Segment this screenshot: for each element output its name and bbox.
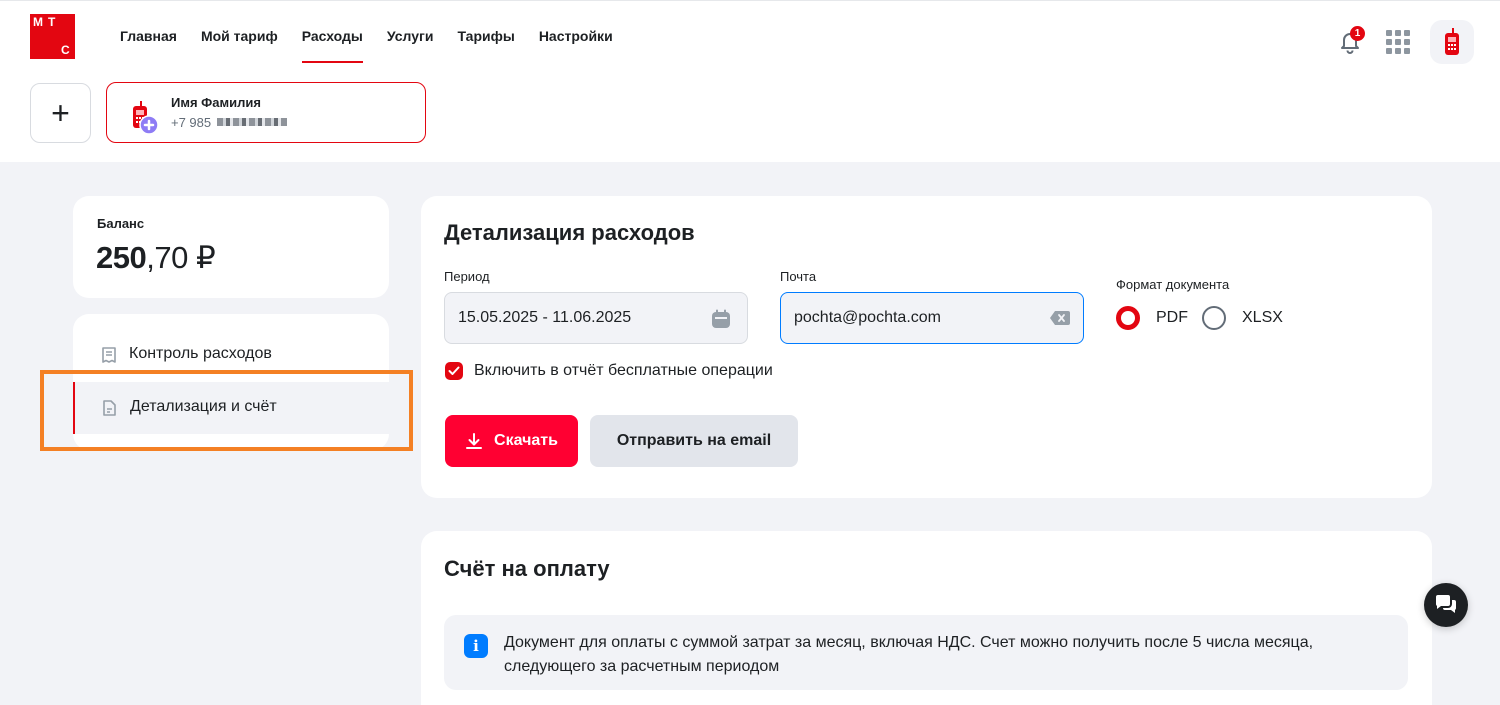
download-label: Скачать bbox=[494, 432, 558, 449]
nav-home[interactable]: Главная bbox=[120, 28, 177, 63]
mobile-phone-icon bbox=[1445, 28, 1459, 55]
account-card[interactable]: Имя Фамилия +7 985 bbox=[106, 82, 426, 143]
period-label: Период bbox=[444, 269, 490, 284]
highlight-frame bbox=[40, 370, 413, 451]
receipt-icon bbox=[102, 347, 116, 363]
invoice-card: Счёт на оплату i Документ для оплаты с с… bbox=[421, 531, 1432, 705]
email-field[interactable]: pochta@pochta.com bbox=[780, 292, 1084, 344]
details-card: Детализация расходов Период 15.05.2025 -… bbox=[421, 196, 1432, 498]
email-value: pochta@pochta.com bbox=[794, 309, 941, 326]
nav-services[interactable]: Услуги bbox=[387, 28, 434, 63]
include-free-checkbox[interactable] bbox=[445, 362, 463, 380]
balance-label: Баланс bbox=[97, 216, 145, 231]
notification-badge: 1 bbox=[1350, 26, 1365, 41]
radio-xlsx[interactable] bbox=[1202, 306, 1226, 330]
profile-avatar[interactable] bbox=[1430, 20, 1474, 64]
chat-icon bbox=[1435, 595, 1457, 613]
masked-number bbox=[217, 118, 287, 126]
checkmark-icon bbox=[448, 366, 460, 375]
period-value: 15.05.2025 - 11.06.2025 bbox=[458, 309, 632, 326]
include-free-label: Включить в отчёт бесплатные операции bbox=[474, 362, 773, 379]
calendar-icon[interactable] bbox=[711, 309, 731, 329]
account-number: +7 985 bbox=[171, 115, 212, 130]
balance-value: 250,70 ₽ bbox=[96, 240, 216, 275]
clear-input-icon[interactable] bbox=[1049, 310, 1071, 326]
logo-letter-s: С bbox=[61, 43, 70, 57]
details-title: Детализация расходов bbox=[444, 220, 695, 245]
radio-pdf[interactable] bbox=[1116, 306, 1140, 330]
info-box: i Документ для оплаты с суммой затрат за… bbox=[444, 615, 1408, 690]
sidebar-item-label: Контроль расходов bbox=[129, 345, 272, 362]
nav-settings[interactable]: Настройки bbox=[539, 28, 613, 63]
format-label: Формат документа bbox=[1116, 277, 1230, 292]
info-icon: i bbox=[464, 634, 488, 658]
download-button[interactable]: Скачать bbox=[445, 415, 578, 467]
invoice-title: Счёт на оплату bbox=[444, 556, 610, 581]
chat-button[interactable] bbox=[1424, 583, 1468, 627]
download-icon bbox=[466, 433, 483, 449]
email-label: Почта bbox=[780, 269, 817, 284]
nav-my-tariff[interactable]: Мой тариф bbox=[201, 28, 278, 63]
logo-letter-m: М bbox=[33, 15, 43, 29]
nav-expenses[interactable]: Расходы bbox=[301, 28, 364, 63]
balance-card[interactable]: Баланс 250,70 ₽ bbox=[73, 196, 389, 298]
send-email-button[interactable]: Отправить на email bbox=[590, 415, 798, 467]
radio-xlsx-label: XLSX bbox=[1242, 309, 1283, 326]
info-text: Документ для оплаты с суммой затрат за м… bbox=[504, 634, 1314, 675]
apps-grid-icon[interactable] bbox=[1386, 30, 1410, 54]
account-name: Имя Фамилия bbox=[171, 95, 261, 110]
radio-pdf-label: PDF bbox=[1156, 309, 1188, 326]
mts-logo[interactable]: М Т С bbox=[30, 14, 75, 59]
period-field[interactable]: 15.05.2025 - 11.06.2025 bbox=[444, 292, 748, 344]
nav-tariffs[interactable]: Тарифы bbox=[457, 28, 514, 63]
add-account-button[interactable]: + bbox=[30, 83, 91, 143]
main-nav: Главная Мой тариф Расходы Услуги Тарифы … bbox=[120, 28, 637, 63]
logo-letter-t: Т bbox=[48, 15, 56, 29]
plus-circle-icon bbox=[139, 115, 159, 135]
top-header: М Т С Главная Мой тариф Расходы Услуги Т… bbox=[0, 0, 1500, 162]
